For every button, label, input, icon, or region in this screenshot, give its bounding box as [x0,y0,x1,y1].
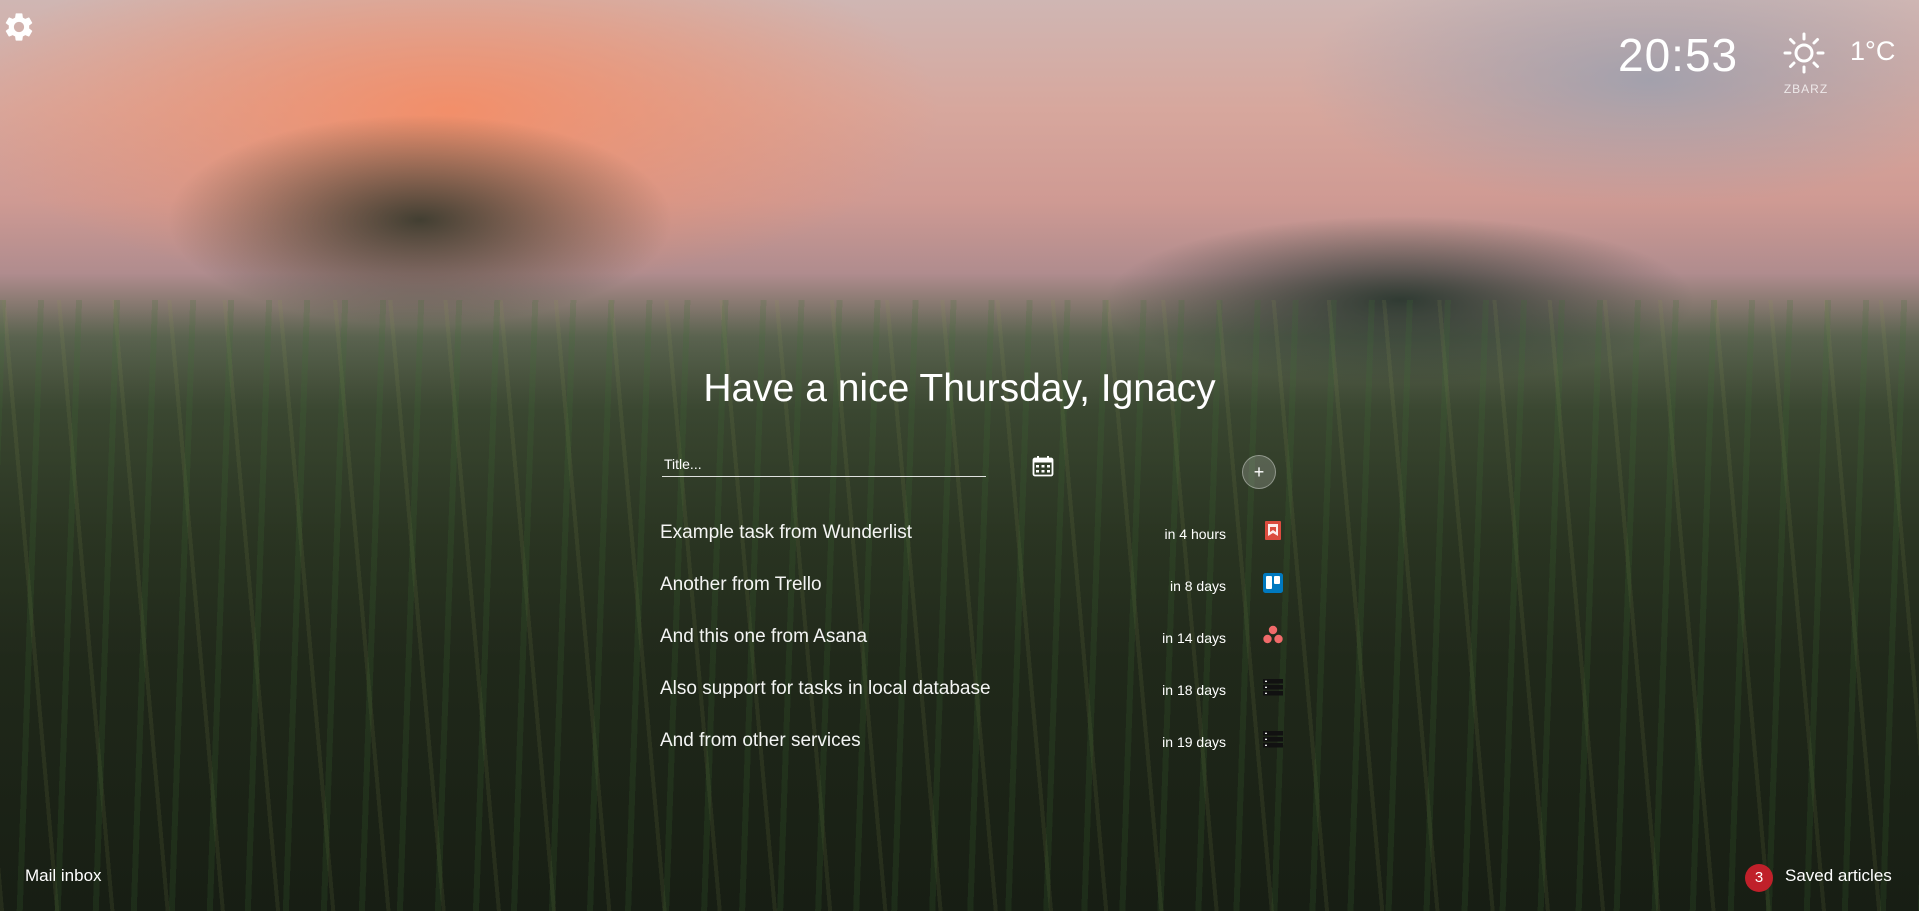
saved-articles-button[interactable]: 3 Saved articles [1745,864,1895,892]
task-due: in 14 days [1162,630,1226,646]
sun-icon [1783,32,1825,74]
saved-count-badge: 3 [1745,864,1773,892]
asana-icon [1262,624,1284,646]
temperature: 1°C [1850,36,1896,66]
task-title: Example task from Wunderlist [660,522,913,543]
greeting: Have a nice Thursday, Ignacy [703,367,1216,410]
database-icon [1262,728,1284,750]
calendar-icon[interactable] [1032,455,1054,477]
task-item[interactable]: Example task from Wunderlist in 4 hours [660,520,1290,572]
add-task-button[interactable]: + [1242,455,1276,489]
saved-articles-label: Saved articles [1785,866,1892,885]
task-due: in 19 days [1162,734,1226,750]
trello-icon [1262,572,1284,594]
task-list: Example task from Wunderlist in 4 hours … [660,520,1290,780]
settings-gear-icon[interactable] [2,10,36,44]
weather-location: ZBARZ [1783,82,1829,96]
clock: 20:53 [1618,29,1739,81]
task-item[interactable]: Also support for tasks in local database… [660,676,1290,728]
task-item[interactable]: And this one from Asana in 14 days [660,624,1290,676]
task-due: in 4 hours [1164,526,1226,542]
task-item[interactable]: And from other services in 19 days [660,728,1290,780]
task-title: Another from Trello [660,574,822,595]
task-item[interactable]: Another from Trello in 8 days [660,572,1290,624]
task-title: And this one from Asana [660,626,868,647]
task-title-input[interactable] [662,452,986,477]
task-title: Also support for tasks in local database [660,678,991,699]
task-due: in 8 days [1169,578,1226,594]
mail-inbox-link[interactable]: Mail inbox [25,866,102,886]
database-icon [1262,676,1284,698]
task-due: in 18 days [1162,682,1226,698]
task-title: And from other services [660,730,861,751]
wunderlist-icon [1262,520,1284,542]
